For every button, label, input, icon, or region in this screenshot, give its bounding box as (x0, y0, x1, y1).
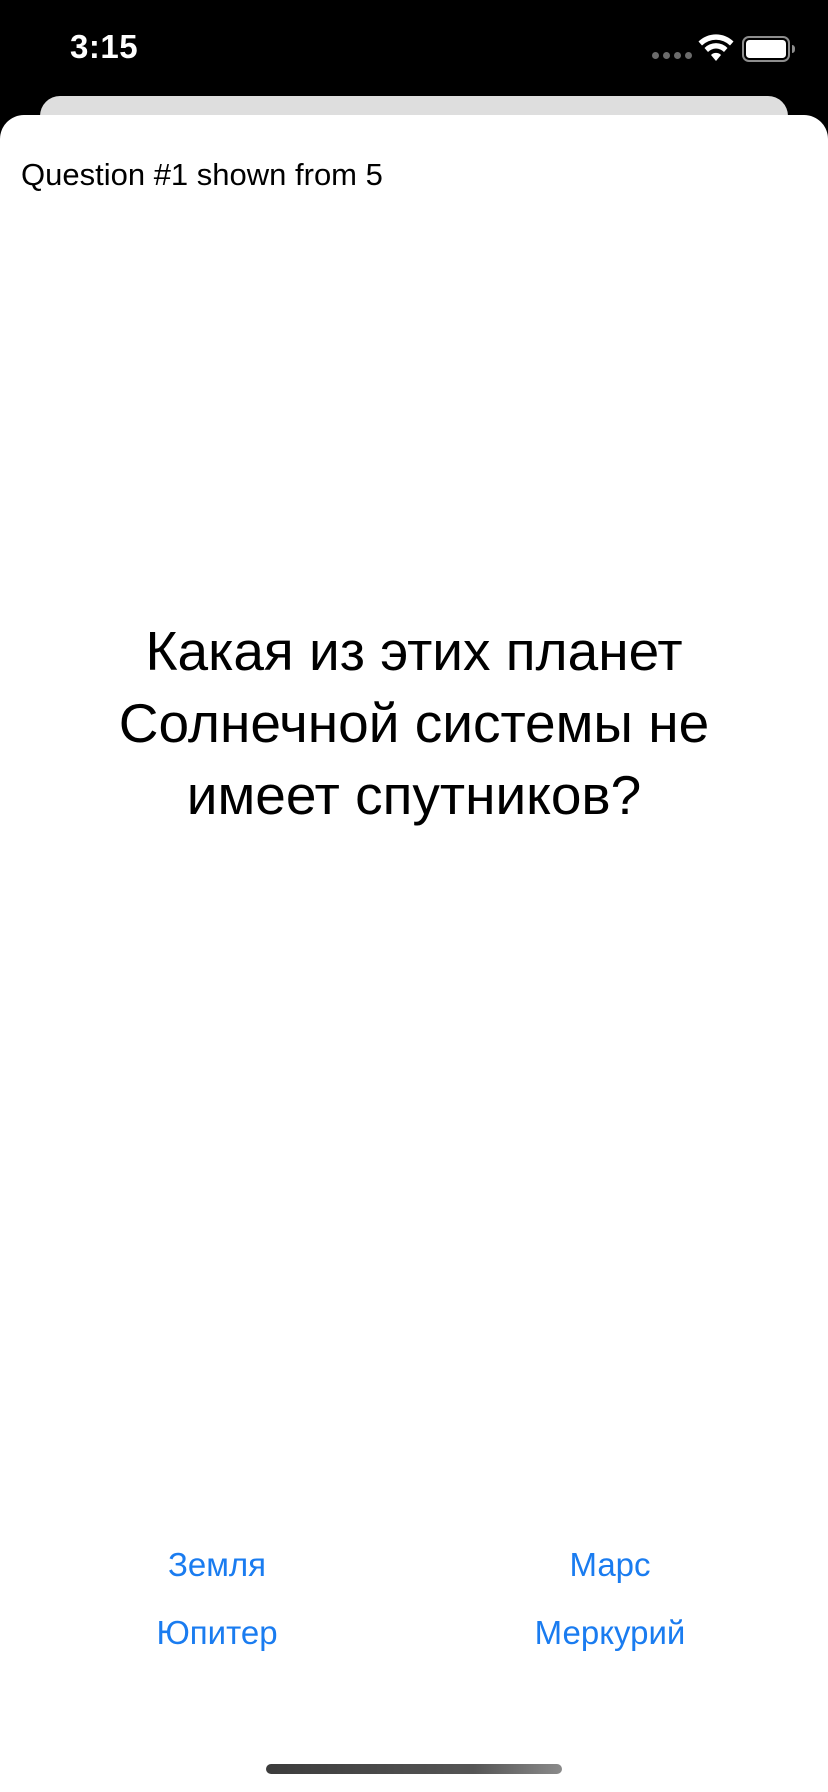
battery-icon (742, 36, 795, 62)
answer-button-mars[interactable]: Марс (460, 1537, 760, 1593)
wifi-icon (698, 34, 734, 61)
question-text: Какая из этих планет Солнечной системы н… (118, 620, 710, 826)
answer-button-jupiter[interactable]: Юпитер (67, 1605, 367, 1661)
answer-button-earth[interactable]: Земля (67, 1537, 367, 1593)
quiz-screen: 3:15 Question #1 shown from 5 Какая из э… (0, 0, 828, 1792)
status-time: 3:15 (70, 28, 139, 65)
home-indicator[interactable] (266, 1764, 562, 1774)
question-counter: Question #1 shown from 5 (21, 157, 383, 192)
quiz-sheet: Question #1 shown from 5 Какая из этих п… (0, 115, 828, 1792)
answer-button-mercury[interactable]: Меркурий (460, 1605, 760, 1661)
signal-dots-icon (652, 52, 692, 59)
status-bar: 3:15 (0, 0, 828, 96)
